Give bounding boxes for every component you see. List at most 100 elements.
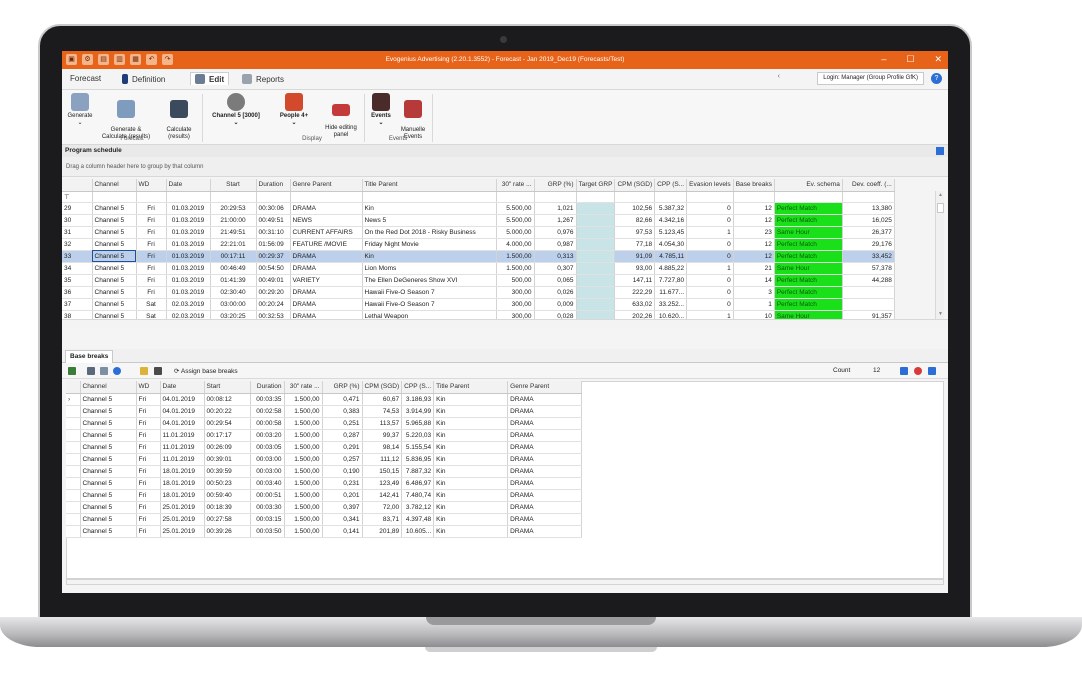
schedule-row[interactable]: 34 Channel 5 Fri 01.03.2019 00:46:49 00:54:50… [62, 262, 895, 275]
base-breaks-cell[interactable]: 99,37 [362, 429, 403, 442]
schedule-row[interactable]: 30 Channel 5 Fri 01.03.2019 21:00:00 00:49:51… [62, 214, 895, 227]
base-breaks-cell[interactable]: DRAMA [507, 453, 583, 466]
base-breaks-row[interactable]: Channel 5 Fri 18.01.2019 00:50:23 00:03:40 1.… [66, 477, 583, 490]
base-breaks-cell[interactable]: DRAMA [507, 477, 583, 490]
base-breaks-cell[interactable]: Channel 5 [80, 513, 137, 526]
schedule-cell[interactable]: Lion Moms [362, 262, 497, 275]
schedule-cell[interactable]: 01.03.2019 [166, 286, 211, 299]
base-breaks-cell[interactable]: 5.965,88 [401, 417, 435, 430]
schedule-cell[interactable]: 36 [62, 286, 93, 299]
schedule-cell[interactable]: 02:30:40 [210, 286, 257, 299]
base-breaks-cell[interactable]: Kin [433, 477, 509, 490]
schedule-cell[interactable]: Channel 5 [92, 286, 137, 299]
scroll-thumb[interactable] [937, 203, 944, 213]
maximize-icon[interactable]: ☐ [906, 54, 914, 65]
schedule-cell[interactable]: 0,065 [534, 274, 577, 287]
schedule-cell[interactable]: 0 [686, 238, 734, 251]
schedule-cell[interactable]: DRAMA [290, 262, 363, 275]
base-breaks-cell[interactable]: 18.01.2019 [160, 489, 205, 502]
column-chooser-icon[interactable] [936, 147, 944, 155]
schedule-cell[interactable]: Channel 5 [92, 262, 137, 275]
schedule-cell[interactable]: 0,009 [534, 298, 577, 311]
schedule-cell[interactable]: 147,11 [614, 274, 656, 287]
base-breaks-cell[interactable]: 0,190 [322, 465, 363, 478]
schedule-cell[interactable]: VARIETY [290, 274, 363, 287]
schedule-cell[interactable]: Perfect Match [774, 214, 843, 227]
base-breaks-cell[interactable]: 5.836,95 [401, 453, 435, 466]
schedule-cell[interactable]: 13,380 [842, 202, 895, 215]
schedule-cell[interactable]: 12 [733, 202, 775, 215]
schedule-cell[interactable]: 00:17:11 [210, 250, 257, 263]
base-breaks-cell[interactable]: Fri [136, 441, 161, 454]
schedule-cell[interactable] [576, 214, 616, 227]
base-breaks-row[interactable]: Channel 5 Fri 25.01.2019 00:18:39 00:03:30 1.… [66, 501, 583, 514]
base-breaks-cell[interactable]: 1.500,00 [284, 405, 323, 418]
base-breaks-cell[interactable]: Kin [433, 465, 509, 478]
schedule-column-header[interactable]: GRP (%) [534, 179, 577, 192]
base-breaks-cell[interactable]: 00:03:00 [250, 453, 285, 466]
schedule-cell[interactable]: 91,09 [614, 250, 656, 263]
schedule-cell[interactable]: Channel 5 [92, 202, 137, 215]
base-breaks-cell[interactable]: 00:29:54 [204, 417, 251, 430]
schedule-cell[interactable]: 02.03.2019 [166, 298, 211, 311]
schedule-cell[interactable]: Perfect Match [774, 286, 843, 299]
schedule-cell[interactable]: DRAMA [290, 250, 363, 263]
schedule-column-header[interactable]: CPP (S... [654, 179, 688, 192]
schedule-cell[interactable]: 01.03.2019 [166, 202, 211, 215]
schedule-cell[interactable]: 300,00 [496, 298, 535, 311]
schedule-cell[interactable]: 00:49:01 [256, 274, 291, 287]
base-breaks-cell[interactable]: Kin [433, 405, 509, 418]
base-breaks-cell[interactable]: DRAMA [507, 525, 583, 538]
schedule-cell[interactable]: Perfect Match [774, 238, 843, 251]
base-breaks-cell[interactable]: 3.914,99 [401, 405, 435, 418]
schedule-column-header[interactable]: Date [166, 179, 211, 192]
schedule-cell[interactable]: 12 [733, 250, 775, 263]
base-breaks-cell[interactable]: 00:08:12 [204, 393, 251, 406]
base-breaks-column-header[interactable]: CPP (S... [401, 381, 435, 394]
tab-edit[interactable]: Edit [190, 72, 230, 85]
schedule-cell[interactable]: 4.054,30 [654, 238, 688, 251]
schedule-column-header[interactable]: Target GRP [576, 179, 616, 192]
schedule-cell[interactable]: Sat [136, 298, 167, 311]
schedule-cell[interactable]: 00:29:37 [256, 250, 291, 263]
filter-row[interactable]: ⊤ [62, 191, 895, 203]
schedule-cell[interactable]: 01.03.2019 [166, 250, 211, 263]
base-breaks-cell[interactable]: Kin [433, 453, 509, 466]
schedule-cell[interactable]: FEATURE /MOVIE [290, 238, 363, 251]
tab-base-breaks[interactable]: Base breaks [65, 350, 114, 363]
base-breaks-cell[interactable]: Fri [136, 525, 161, 538]
schedule-cell[interactable]: 77,18 [614, 238, 656, 251]
base-breaks-row[interactable]: Channel 5 Fri 25.01.2019 00:39:26 00:03:50 1.… [66, 525, 583, 538]
schedule-cell[interactable]: 31 [62, 226, 93, 239]
schedule-cell[interactable]: Perfect Match [774, 274, 843, 287]
schedule-cell[interactable]: 5.000,00 [496, 226, 535, 239]
schedule-cell[interactable]: 30 [62, 214, 93, 227]
base-breaks-row[interactable]: › Channel 5 Fri 04.01.2019 00:08:12 00:03:35 1… [66, 393, 583, 406]
schedule-row[interactable]: 37 Channel 5 Sat 02.03.2019 03:00:00 00:20:24… [62, 298, 895, 311]
schedule-cell[interactable]: 26,377 [842, 226, 895, 239]
base-breaks-cell[interactable]: 5.220,03 [401, 429, 435, 442]
schedule-cell[interactable]: 22:21:01 [210, 238, 257, 251]
base-breaks-cell[interactable]: 72,00 [362, 501, 403, 514]
schedule-cell[interactable]: On the Red Dot 2018 - Risky Business [362, 226, 497, 239]
schedule-row[interactable]: 29 Channel 5 Fri 01.03.2019 20:29:53 00:30:06… [62, 202, 895, 215]
schedule-cell[interactable]: 03:00:00 [210, 298, 257, 311]
schedule-cell[interactable]: 82,66 [614, 214, 656, 227]
login-box[interactable]: Login: Manager (Group Profile GfK) [817, 72, 924, 85]
base-breaks-cell[interactable]: 00:02:58 [250, 405, 285, 418]
base-breaks-column-header[interactable]: Genre Parent [507, 381, 583, 394]
base-breaks-cell[interactable]: 04.01.2019 [160, 393, 205, 406]
base-breaks-cell[interactable]: Fri [136, 513, 161, 526]
base-breaks-cell[interactable]: 25.01.2019 [160, 501, 205, 514]
base-breaks-row[interactable]: Channel 5 Fri 04.01.2019 00:29:54 00:00:58 1.… [66, 417, 583, 430]
schedule-column-header[interactable] [62, 179, 93, 192]
schedule-cell[interactable]: 222,29 [614, 286, 656, 299]
base-breaks-cell[interactable]: 11.01.2019 [160, 453, 205, 466]
tab-definition[interactable]: Definition [122, 74, 165, 84]
base-breaks-cell[interactable]: 00:03:05 [250, 441, 285, 454]
base-breaks-cell[interactable]: 00:03:00 [250, 465, 285, 478]
base-breaks-cell[interactable]: 6.486,97 [401, 477, 435, 490]
schedule-cell[interactable]: 633,02 [614, 298, 656, 311]
base-breaks-column-header[interactable]: Start [204, 381, 251, 394]
filter-icon[interactable]: ⊤ [62, 191, 93, 203]
